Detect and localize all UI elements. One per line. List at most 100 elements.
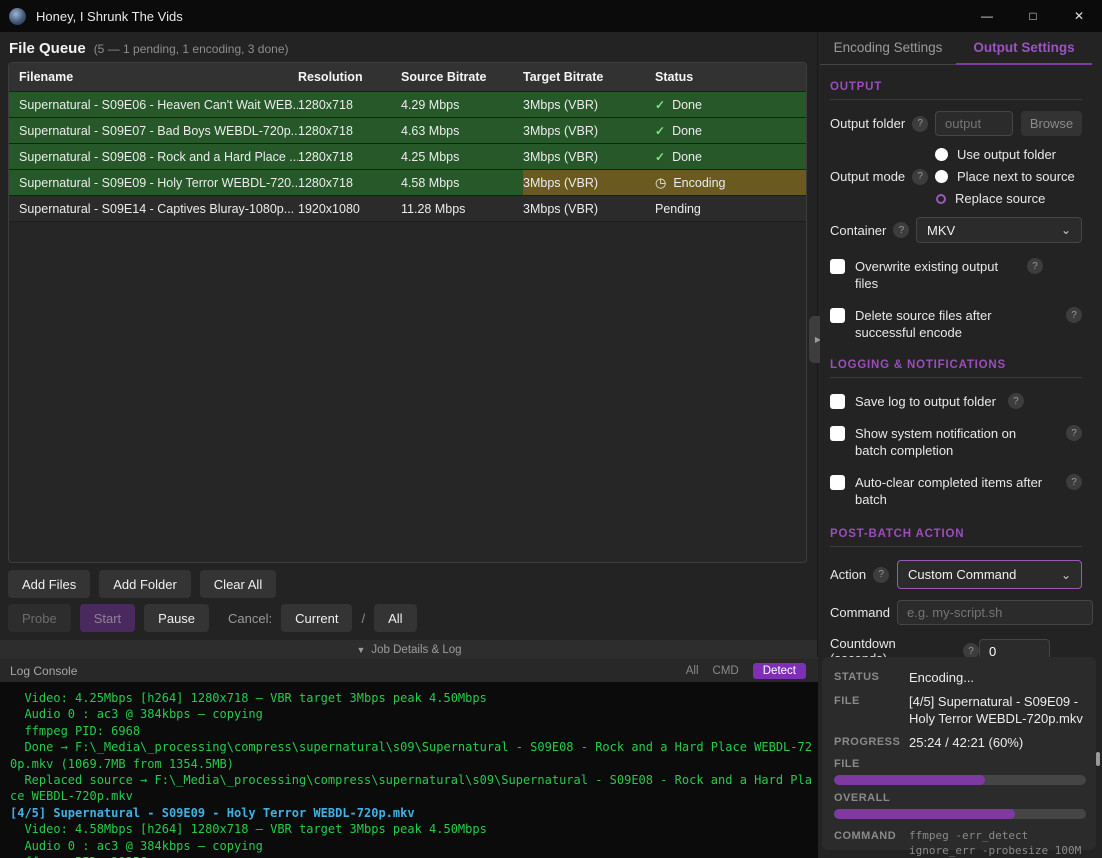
- help-icon[interactable]: ?: [1027, 258, 1043, 274]
- add-folder-button[interactable]: Add Folder: [99, 570, 191, 598]
- queue-summary: (5 — 1 pending, 1 encoding, 3 done): [94, 42, 289, 56]
- cancel-current-button[interactable]: Current: [281, 604, 352, 632]
- cancel-all-button[interactable]: All: [374, 604, 416, 632]
- col-source-bitrate[interactable]: Source Bitrate: [401, 70, 523, 84]
- cell-resolution: 1920x1080: [298, 196, 401, 221]
- radio-place-next-to-source[interactable]: Place next to source: [935, 169, 1075, 184]
- close-button[interactable]: ✕: [1056, 0, 1102, 32]
- checkbox-icon: [830, 259, 845, 274]
- scrollbar-thumb[interactable]: [1096, 752, 1100, 766]
- cell-target-bitrate: 3Mbps (VBR): [523, 118, 655, 143]
- pause-button[interactable]: Pause: [144, 604, 209, 632]
- settings-pane: Encoding Settings Output Settings OUTPUT…: [820, 32, 1092, 648]
- log-filter-all[interactable]: All: [686, 665, 699, 677]
- status-badge: Pending: [655, 202, 701, 216]
- cell-status: ◷ Encoding: [655, 170, 806, 195]
- clock-icon: ◷: [655, 175, 666, 191]
- container-select[interactable]: MKV ⌄: [916, 217, 1082, 243]
- log-filter-detect[interactable]: Detect: [753, 663, 806, 679]
- probe-button[interactable]: Probe: [8, 604, 71, 632]
- minimize-button[interactable]: —: [964, 0, 1010, 32]
- overwrite-checkbox-row[interactable]: Overwrite existing output files ?: [830, 258, 1082, 292]
- col-status[interactable]: Status: [655, 70, 806, 84]
- table-row[interactable]: Supernatural - S09E07 - Bad Boys WEBDL-7…: [9, 118, 806, 144]
- control-buttons-row: Probe Start Pause Cancel: Current / All: [8, 604, 417, 632]
- help-icon[interactable]: ?: [1008, 393, 1024, 409]
- queue-title: File Queue: [9, 40, 86, 57]
- cell-resolution: 1280x718: [298, 118, 401, 143]
- checkbox-icon: [830, 308, 845, 323]
- col-filename[interactable]: Filename: [19, 70, 298, 84]
- output-mode-row: Output mode ? Use output folder Place ne…: [830, 147, 1082, 206]
- job-details-toggle[interactable]: ▼ Job Details & Log: [0, 640, 818, 659]
- log-console-header: Log Console All CMD Detect: [0, 659, 818, 682]
- post-batch-action-select[interactable]: Custom Command ⌄: [897, 560, 1082, 589]
- cell-filename: Supernatural - S09E06 - Heaven Can't Wai…: [19, 92, 298, 117]
- command-value: ffmpeg -err_detect ignore_err -probesize…: [909, 828, 1086, 858]
- status-badge: Encoding: [673, 176, 725, 190]
- output-folder-input[interactable]: [935, 111, 1013, 136]
- job-details-label: Job Details & Log: [371, 644, 461, 656]
- queue-buttons-row: Add Files Add Folder Clear All: [8, 570, 276, 598]
- add-files-button[interactable]: Add Files: [8, 570, 90, 598]
- table-row[interactable]: Supernatural - S09E08 - Rock and a Hard …: [9, 144, 806, 170]
- chevron-down-icon: ⌄: [1061, 568, 1071, 582]
- done-check-icon: ✓: [655, 150, 665, 164]
- log-line: ffmpeg PID: 6968: [10, 723, 818, 739]
- cell-status: Pending: [655, 196, 806, 221]
- checkbox-icon: [830, 426, 845, 441]
- status-badge: Done: [672, 98, 702, 112]
- cell-target-bitrate: 3Mbps (VBR): [523, 170, 655, 195]
- done-check-icon: ✓: [655, 98, 665, 112]
- help-icon[interactable]: ?: [1066, 425, 1082, 441]
- command-input[interactable]: [897, 600, 1093, 625]
- help-icon[interactable]: ?: [893, 222, 909, 238]
- container-label: Container ?: [830, 222, 916, 238]
- queue-pane: File Queue (5 — 1 pending, 1 encoding, 3…: [0, 32, 818, 858]
- col-resolution[interactable]: Resolution: [298, 70, 401, 84]
- radio-use-output-folder[interactable]: Use output folder: [935, 147, 1075, 162]
- start-button[interactable]: Start: [80, 604, 135, 632]
- help-icon[interactable]: ?: [873, 567, 889, 583]
- save-log-checkbox-row[interactable]: Save log to output folder ?: [830, 393, 1082, 410]
- table-row[interactable]: Supernatural - S09E14 - Captives Bluray-…: [9, 196, 806, 222]
- autoclear-checkbox-row[interactable]: Auto-clear completed items after batch ?: [830, 474, 1082, 508]
- notify-checkbox-row[interactable]: Show system notification on batch comple…: [830, 425, 1082, 459]
- status-badge: Done: [672, 124, 702, 138]
- tab-output-settings[interactable]: Output Settings: [956, 32, 1092, 65]
- help-icon[interactable]: ?: [912, 169, 928, 185]
- settings-tabs: Encoding Settings Output Settings: [820, 32, 1092, 65]
- log-console-output[interactable]: Video: 4.25Mbps [h264] 1280x718 — VBR ta…: [0, 682, 818, 858]
- output-folder-row: Output folder ? Browse: [830, 111, 1082, 136]
- section-heading-logging: LOGGING & NOTIFICATIONS: [830, 359, 1082, 378]
- help-icon[interactable]: ?: [1066, 307, 1082, 323]
- file-label: FILE: [834, 693, 909, 727]
- table-row[interactable]: Supernatural - S09E09 - Holy Terror WEBD…: [9, 170, 806, 196]
- progress-label: PROGRESS: [834, 734, 909, 751]
- table-row[interactable]: Supernatural - S09E06 - Heaven Can't Wai…: [9, 92, 806, 118]
- browse-button[interactable]: Browse: [1021, 111, 1082, 136]
- table-header-row: Filename Resolution Source Bitrate Targe…: [9, 63, 806, 92]
- radio-replace-source[interactable]: Replace source: [935, 191, 1075, 206]
- help-icon[interactable]: ?: [912, 116, 928, 132]
- output-mode-options: Use output folder Place next to source R…: [935, 147, 1075, 206]
- status-label: STATUS: [834, 669, 909, 686]
- delete-source-checkbox-row[interactable]: Delete source files after successful enc…: [830, 307, 1082, 341]
- log-line: Video: 4.58Mbps [h264] 1280x718 — VBR ta…: [10, 821, 818, 837]
- help-icon[interactable]: ?: [1066, 474, 1082, 490]
- col-target-bitrate[interactable]: Target Bitrate: [523, 70, 655, 84]
- maximize-button[interactable]: □: [1010, 0, 1056, 32]
- clear-all-button[interactable]: Clear All: [200, 570, 276, 598]
- log-filter-cmd[interactable]: CMD: [713, 665, 739, 677]
- container-row: Container ? MKV ⌄: [830, 217, 1082, 243]
- caret-down-icon: ▼: [356, 645, 365, 655]
- window-title: Honey, I Shrunk The Vids: [36, 9, 183, 24]
- file-queue-table: Filename Resolution Source Bitrate Targe…: [8, 62, 807, 563]
- command-row: COMMAND ffmpeg -err_detect ignore_err -p…: [834, 828, 1086, 858]
- checkbox-icon: [830, 394, 845, 409]
- tab-encoding-settings[interactable]: Encoding Settings: [820, 32, 956, 64]
- job-status-panel: STATUS Encoding... FILE [4/5] Supernatur…: [822, 657, 1096, 850]
- log-filters: All CMD Detect: [686, 663, 806, 679]
- cell-status: ✓ Done: [655, 92, 806, 117]
- log-line-current-file: [4/5] Supernatural - S09E09 - Holy Terro…: [10, 805, 818, 821]
